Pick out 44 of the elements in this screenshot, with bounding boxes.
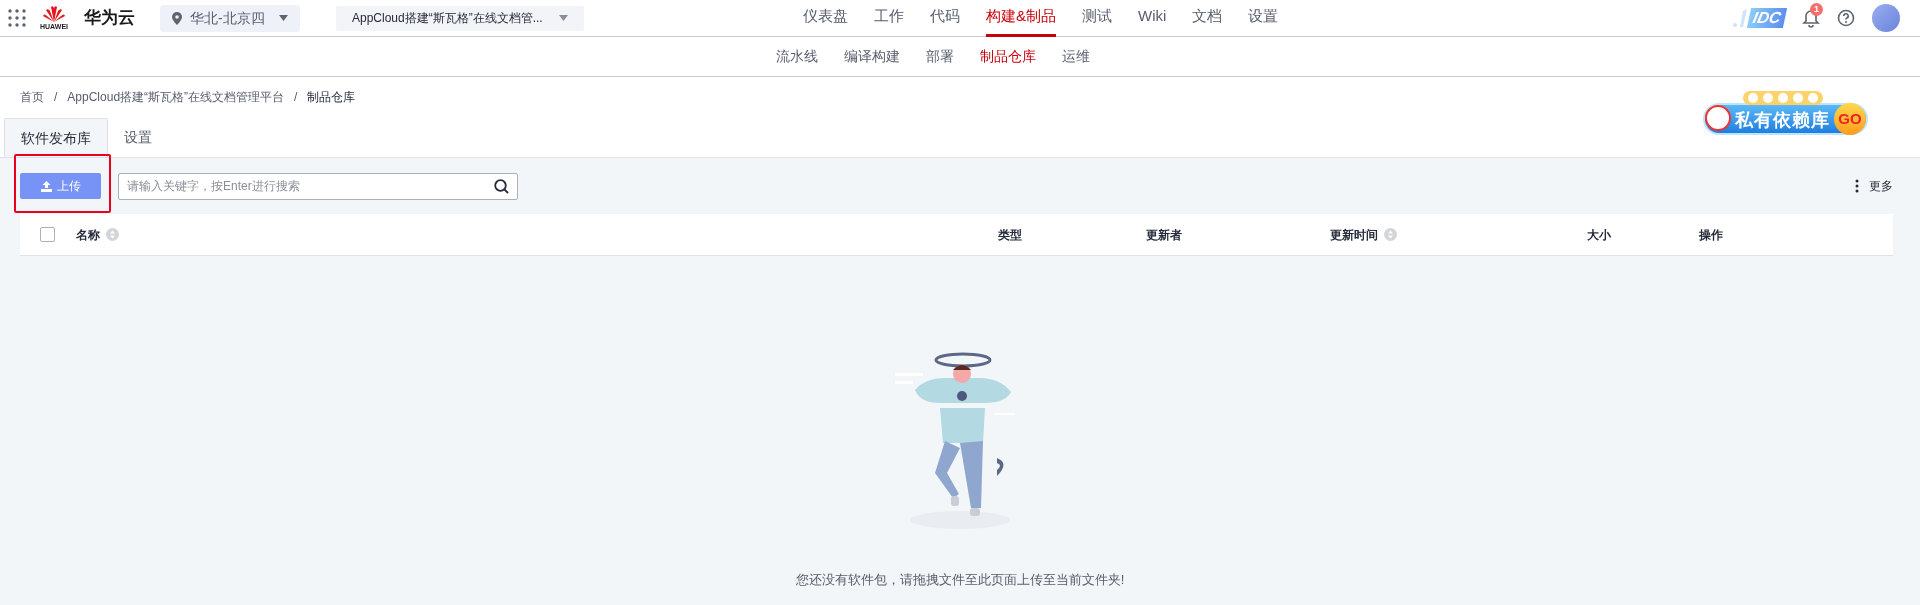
region-selector[interactable]: 华北-北京四 [160, 4, 300, 32]
nav-tab[interactable]: 代码 [930, 0, 960, 37]
search-field[interactable]: 请输入关键字，按Enter进行搜索 [118, 172, 518, 200]
nav-tab[interactable]: 测试 [1082, 0, 1112, 37]
notification-bell-icon[interactable] [1801, 8, 1821, 28]
breadcrumb-link[interactable]: 首页 [20, 88, 44, 106]
subnav-tab[interactable]: 运维 [1062, 37, 1090, 76]
column-header: 类型 [998, 226, 1022, 244]
content-tab[interactable]: 软件发布库 [4, 118, 108, 157]
upload-icon [40, 180, 52, 192]
subnav-tab[interactable]: 制品仓库 [980, 37, 1036, 76]
breadcrumb-current: 制品仓库 [307, 89, 356, 106]
nav-tab[interactable]: 文档 [1192, 0, 1223, 37]
breadcrumb-separator: / [294, 89, 298, 106]
column-header: 更新者 [1146, 226, 1182, 244]
project-selector[interactable]: AppCloud搭建“斯瓦格”在线文档管... [336, 5, 584, 31]
column-header: 大小 [1587, 226, 1611, 244]
caret-icon [559, 15, 568, 21]
more-button[interactable]: 更多 [1855, 177, 1893, 195]
nav-tab[interactable]: 设置 [1248, 0, 1279, 37]
nav-tab[interactable]: Wiki [1138, 0, 1167, 37]
content-tab[interactable]: 设置 [108, 118, 168, 157]
breadcrumb-separator: / [54, 89, 58, 106]
apps-grid-icon[interactable] [8, 9, 26, 27]
user-avatar[interactable] [1872, 4, 1900, 32]
brand-name[interactable]: 华为云 [84, 5, 135, 31]
column-header[interactable]: 更新时间 [1330, 225, 1397, 244]
subnav-tab[interactable]: 部署 [926, 37, 954, 76]
subnav-tab[interactable]: 流水线 [776, 37, 818, 76]
column-header: 操作 [1699, 226, 1723, 244]
select-all-checkbox[interactable] [40, 227, 55, 242]
help-icon[interactable] [1837, 9, 1855, 27]
subnav-tab[interactable]: 编译构建 [844, 37, 900, 76]
search-icon[interactable] [494, 178, 509, 194]
nav-tab[interactable]: 工作 [874, 0, 904, 37]
nav-tab[interactable]: 仪表盘 [803, 0, 848, 37]
location-pin-icon [172, 11, 182, 25]
more-icon [1855, 179, 1859, 193]
notification-badge: 1 [1810, 3, 1823, 16]
empty-message: 您还没有软件包，请拖拽文件至此页面上传至当前文件夹! [795, 571, 1125, 589]
caret-icon [279, 15, 288, 21]
column-header[interactable]: 名称 [76, 225, 119, 244]
nav-tab[interactable]: 构建&制品 [986, 0, 1056, 37]
breadcrumb-link[interactable]: AppCloud搭建“斯瓦格”在线文档管理平台 [67, 88, 285, 106]
